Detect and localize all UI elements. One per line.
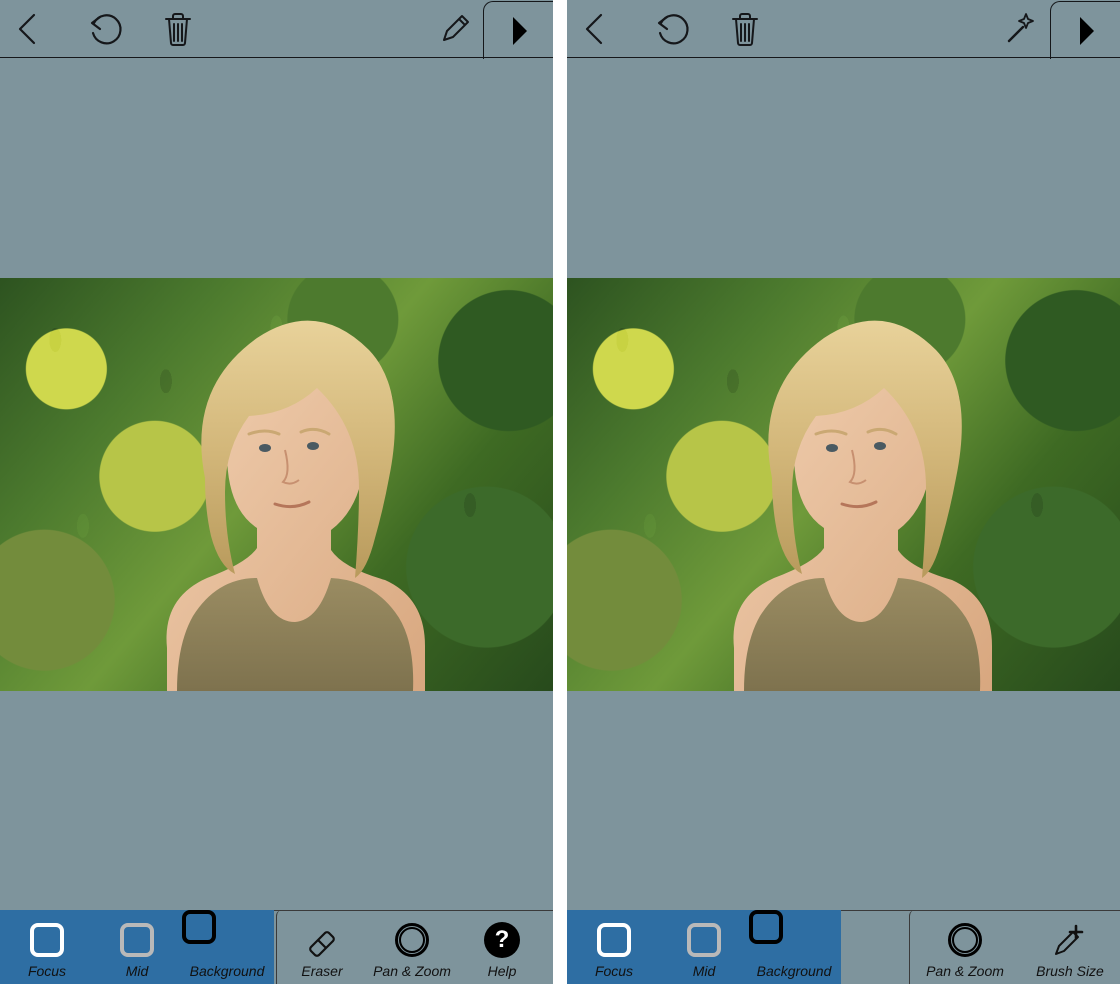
undo-button[interactable] bbox=[76, 0, 136, 58]
tool-help[interactable]: ? Help bbox=[457, 910, 547, 984]
tool-label: Brush Size bbox=[1036, 962, 1104, 980]
tool-background[interactable]: Background bbox=[182, 910, 272, 984]
tool-label: Background bbox=[757, 962, 832, 980]
top-toolbar bbox=[567, 0, 1120, 58]
tool-label: Focus bbox=[595, 962, 633, 980]
tool-panzoom[interactable]: Pan & Zoom bbox=[910, 910, 1020, 984]
tool-label: Eraser bbox=[301, 962, 342, 980]
back-button[interactable] bbox=[0, 0, 56, 58]
pane-gutter bbox=[553, 0, 567, 984]
photo bbox=[0, 278, 553, 691]
tool-focus[interactable]: Focus bbox=[2, 910, 92, 984]
layer-group: Focus Mid Background bbox=[0, 910, 274, 984]
edit-button[interactable] bbox=[427, 0, 483, 58]
tool-label: Mid bbox=[693, 962, 716, 980]
bottom-toolbar: Focus Mid Background Pan & Zoom bbox=[567, 910, 1120, 984]
next-button[interactable] bbox=[1050, 1, 1120, 59]
tool-label: Pan & Zoom bbox=[373, 962, 451, 980]
editor-pane-right: Focus Mid Background Pan & Zoom bbox=[567, 0, 1120, 984]
canvas-area[interactable] bbox=[0, 58, 553, 910]
layer-group: Focus Mid Background bbox=[567, 910, 841, 984]
square-grey-icon bbox=[687, 923, 721, 957]
delete-button[interactable] bbox=[150, 0, 206, 58]
eraser-icon bbox=[302, 918, 342, 962]
square-white-icon bbox=[597, 923, 631, 957]
delete-button[interactable] bbox=[717, 0, 773, 58]
pencil-icon bbox=[438, 12, 472, 46]
next-button[interactable] bbox=[483, 1, 553, 59]
editor-pane-left: Focus Mid Background Eraser bbox=[0, 0, 553, 984]
bottom-toolbar: Focus Mid Background Eraser bbox=[0, 910, 553, 984]
tool-background[interactable]: Background bbox=[749, 910, 839, 984]
brush-plus-icon bbox=[1048, 918, 1092, 962]
magic-wand-button[interactable] bbox=[994, 0, 1050, 58]
tool-brushsize[interactable]: Brush Size bbox=[1020, 910, 1120, 984]
tool-label: Focus bbox=[28, 962, 66, 980]
tool-label: Background bbox=[190, 962, 265, 980]
top-toolbar bbox=[0, 0, 553, 58]
photo bbox=[567, 278, 1120, 691]
ring-icon bbox=[395, 923, 429, 957]
square-black-icon bbox=[749, 910, 783, 944]
photo-subject bbox=[674, 278, 1014, 691]
help-icon: ? bbox=[484, 922, 520, 958]
undo-button[interactable] bbox=[643, 0, 703, 58]
tool-mid[interactable]: Mid bbox=[92, 910, 182, 984]
tool-panzoom[interactable]: Pan & Zoom bbox=[367, 910, 457, 984]
utility-group: Eraser Pan & Zoom ? Help bbox=[276, 910, 547, 984]
tool-label: Pan & Zoom bbox=[926, 962, 1004, 980]
tool-mid[interactable]: Mid bbox=[659, 910, 749, 984]
tool-label: Help bbox=[488, 962, 517, 980]
square-grey-icon bbox=[120, 923, 154, 957]
tool-eraser[interactable]: Eraser bbox=[277, 910, 367, 984]
ring-icon bbox=[948, 923, 982, 957]
photo-subject bbox=[107, 278, 447, 691]
utility-group: Pan & Zoom Brush Size bbox=[909, 910, 1120, 984]
tool-focus[interactable]: Focus bbox=[569, 910, 659, 984]
magic-wand-icon bbox=[1003, 10, 1041, 48]
canvas-area[interactable] bbox=[567, 58, 1120, 910]
back-button[interactable] bbox=[567, 0, 623, 58]
square-white-icon bbox=[30, 923, 64, 957]
square-black-icon bbox=[182, 910, 216, 944]
tool-label: Mid bbox=[126, 962, 149, 980]
